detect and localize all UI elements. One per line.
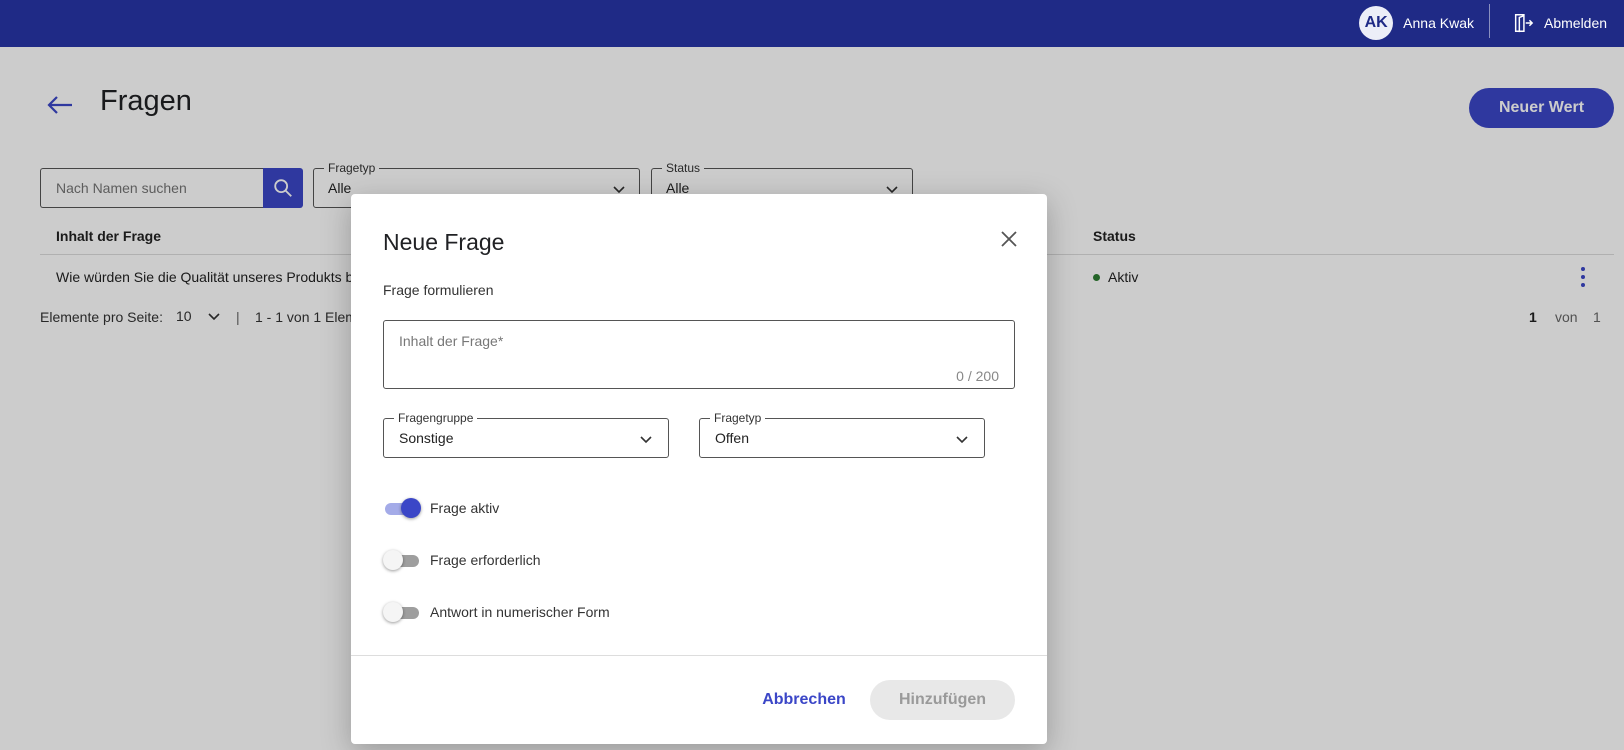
dialog-title: Neue Frage [383,229,505,255]
user-name[interactable]: Anna Kwak [1403,15,1474,31]
toggle-row-active: Frage aktiv [383,496,499,520]
toggle-row-required: Frage erforderlich [383,548,541,572]
chevron-down-icon [640,436,652,444]
close-icon [1001,231,1017,247]
required-toggle[interactable] [383,549,421,571]
active-toggle[interactable] [383,497,421,519]
chevron-down-icon [956,436,968,444]
character-counter: 0 / 200 [956,368,999,384]
numeric-toggle[interactable] [383,601,421,623]
question-group-value: Sonstige [399,430,454,446]
numeric-toggle-label[interactable]: Antwort in numerischer Form [430,604,610,620]
required-toggle-label[interactable]: Frage erforderlich [430,552,541,568]
question-type-value: Offen [715,430,749,446]
logout-icon [1514,14,1534,33]
new-question-dialog: Neue Frage Frage formulieren 0 / 200 Fra… [351,194,1047,744]
question-content-field[interactable]: 0 / 200 [383,320,1015,389]
question-type-select[interactable]: Fragetyp Offen [699,411,985,458]
cancel-button[interactable]: Abbrechen [753,680,855,720]
avatar[interactable]: AK [1359,6,1394,40]
logout-label: Abmelden [1544,15,1608,31]
question-group-select[interactable]: Fragengruppe Sonstige [383,411,669,458]
logout-button[interactable]: Abmelden [1512,6,1607,40]
question-group-label: Fragengruppe [394,411,478,425]
add-button[interactable]: Hinzufügen [870,680,1015,720]
top-bar: AK Anna Kwak Abmelden [0,0,1624,47]
close-button[interactable] [997,227,1021,251]
question-content-input[interactable] [384,321,1014,388]
active-toggle-label[interactable]: Frage aktiv [430,500,499,516]
section-label: Frage formulieren [383,282,494,298]
header-divider [1489,4,1490,38]
user-menu[interactable]: AK Anna Kwak [1359,4,1474,42]
dialog-footer-divider [351,655,1047,656]
toggle-row-numeric: Antwort in numerischer Form [383,600,610,624]
question-type-label: Fragetyp [710,411,766,425]
